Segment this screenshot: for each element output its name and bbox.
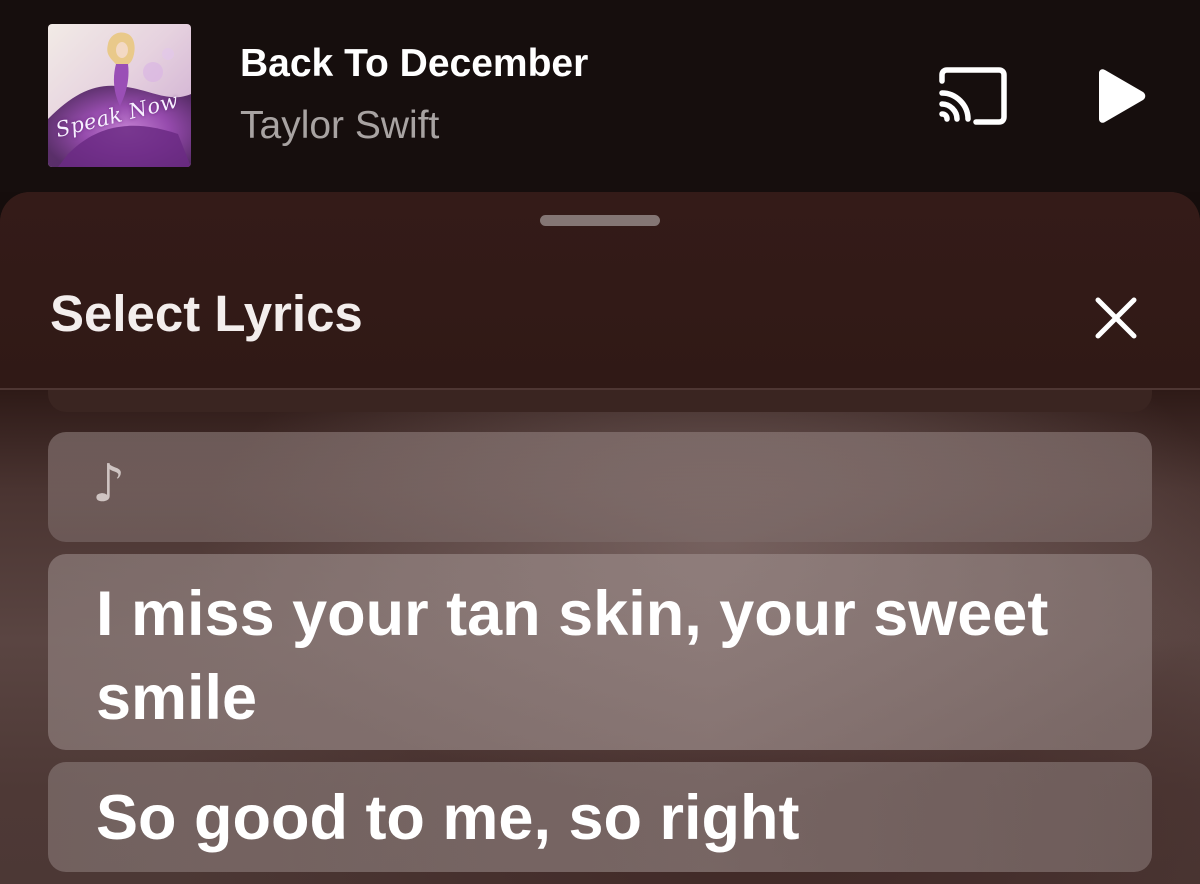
cast-button[interactable] — [934, 64, 1010, 128]
close-button[interactable] — [1088, 290, 1144, 346]
sheet-grabber-handle[interactable] — [540, 215, 660, 226]
sheet-title: Select Lyrics — [50, 285, 363, 342]
lyrics-list: ♪ I miss your tan skin, your sweet smile… — [0, 390, 1200, 884]
mini-player[interactable]: Speak Now Back To December Taylor Swift — [0, 0, 1200, 192]
lyric-line-text: So good to me, so right — [96, 783, 800, 853]
lyric-row-instrumental[interactable]: ♪ — [48, 432, 1152, 542]
lyric-row-previous[interactable] — [48, 390, 1152, 412]
play-button[interactable] — [1088, 62, 1152, 130]
screen: Speak Now Back To December Taylor Swift … — [0, 0, 1200, 884]
cast-icon — [939, 67, 1007, 125]
song-artist[interactable]: Taylor Swift — [240, 104, 439, 148]
play-icon — [1099, 69, 1146, 123]
album-art[interactable]: Speak Now — [48, 24, 191, 167]
select-lyrics-sheet: Select Lyrics ♪ I miss your tan skin, yo… — [0, 192, 1200, 884]
close-icon — [1095, 297, 1137, 339]
song-title[interactable]: Back To December — [240, 42, 588, 86]
lyric-row[interactable]: I miss your tan skin, your sweet smile — [48, 554, 1152, 750]
music-note-icon: ♪ — [92, 454, 126, 514]
sheet-header: Select Lyrics — [0, 192, 1200, 390]
lyric-row[interactable]: So good to me, so right — [48, 762, 1152, 872]
lyric-line-text: I miss your tan skin, your sweet smile — [96, 579, 1049, 733]
